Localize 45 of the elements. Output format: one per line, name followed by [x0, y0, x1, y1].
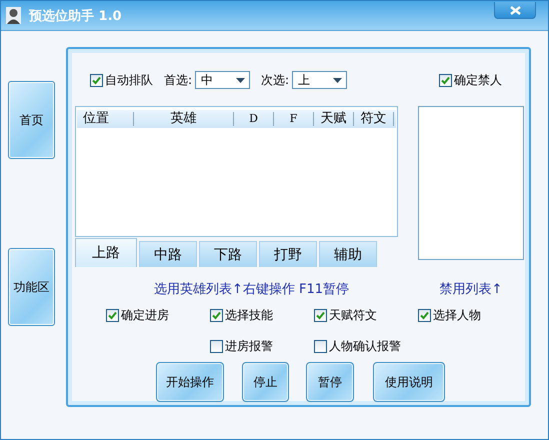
checkbox[interactable]: [314, 340, 327, 353]
caret-icon: [236, 78, 246, 82]
close-button[interactable]: [494, 2, 536, 19]
checkbox[interactable]: [210, 309, 223, 322]
checkbox-label: 自动排队: [105, 72, 153, 88]
checkbox[interactable]: [314, 309, 327, 322]
ban-list-hint: 禁用列表↑: [438, 281, 504, 298]
tab[interactable]: 下路: [199, 241, 257, 267]
checkbox[interactable]: [439, 74, 452, 86]
checkbox-label: 确定进房: [121, 307, 169, 324]
column-header[interactable]: 英雄: [134, 112, 234, 126]
sidebar-button[interactable]: 首页: [8, 81, 55, 159]
checkbox[interactable]: [106, 309, 119, 322]
tab[interactable]: 上路: [75, 238, 137, 267]
dropdown[interactable]: 中: [195, 71, 250, 89]
pick-list-hint: 选用英雄列表↑右键操作 F11暂停: [152, 281, 350, 298]
avatar-icon: [6, 7, 21, 24]
tab[interactable]: 中路: [139, 241, 197, 267]
checkbox-label: 选择人物: [433, 307, 481, 324]
select-label: 首选:: [164, 72, 192, 88]
column-header[interactable]: 天赋: [314, 112, 354, 126]
action-button[interactable]: 暂停: [306, 362, 354, 402]
window-title: 预选位助手 1.0: [29, 8, 122, 24]
column-header[interactable]: 符文: [354, 112, 394, 126]
close-icon: [510, 6, 520, 14]
checkbox[interactable]: [210, 340, 223, 353]
tab[interactable]: 辅助: [319, 241, 377, 267]
action-button[interactable]: 停止: [242, 362, 289, 402]
checkbox-label: 确定禁人: [454, 72, 502, 88]
column-header[interactable]: 位置: [77, 112, 134, 126]
checkbox-label: 进房报警: [225, 338, 273, 355]
action-button[interactable]: 使用说明: [373, 362, 445, 402]
checkbox-label: 天赋符文: [329, 307, 377, 324]
column-header[interactable]: D: [234, 112, 274, 126]
sidebar-button[interactable]: 功能区: [8, 248, 55, 326]
checkbox-label: 人物确认报警: [329, 338, 401, 355]
checkbox[interactable]: [90, 74, 103, 86]
checkbox[interactable]: [418, 309, 431, 322]
action-button[interactable]: 开始操作: [156, 362, 224, 402]
column-header[interactable]: F: [274, 112, 314, 126]
checkbox-label: 选择技能: [225, 307, 273, 324]
tab[interactable]: 打野: [259, 241, 317, 267]
select-label: 次选:: [261, 72, 290, 88]
caret-icon: [333, 78, 342, 82]
dropdown[interactable]: 上: [292, 71, 348, 89]
